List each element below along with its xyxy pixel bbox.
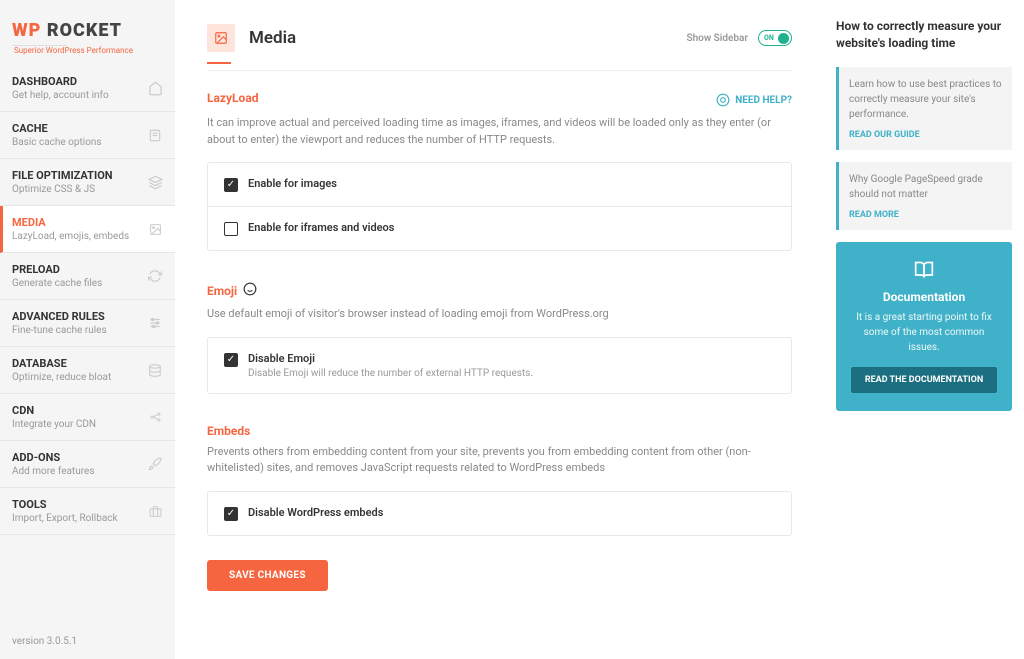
home-icon <box>147 80 163 96</box>
version-label: version 3.0.5.1 <box>0 624 175 659</box>
main-content: Media Show Sidebar ON LazyLoad NEED HELP… <box>175 0 824 659</box>
option-row: Disable WordPress embeds <box>208 492 791 535</box>
image-icon <box>147 221 163 237</box>
briefcase-icon <box>147 503 163 519</box>
nav-title: PRELOAD <box>12 263 147 276</box>
rsidebar-title: How to correctly measure your website's … <box>836 18 1012 53</box>
sliders-icon <box>147 315 163 331</box>
nav-title: TOOLS <box>12 498 147 511</box>
nav-desc: Get help, account info <box>12 90 147 101</box>
nav-desc: Add more features <box>12 466 147 477</box>
nav-desc: Integrate your CDN <box>12 419 147 430</box>
layers-icon <box>147 174 163 190</box>
network-icon <box>147 409 163 425</box>
section-desc: Use default emoji of visitor's browser i… <box>207 306 792 323</box>
section-lazyload: LazyLoad NEED HELP? It can improve actua… <box>207 71 792 261</box>
option-row: Disable Emoji Disable Emoji will reduce … <box>208 338 791 393</box>
read-documentation-button[interactable]: READ THE DOCUMENTATION <box>851 367 997 393</box>
info-card: Learn how to use best practices to corre… <box>836 67 1012 150</box>
doc-desc: It is a great starting point to fix some… <box>848 310 1000 355</box>
show-sidebar-toggle[interactable]: ON <box>758 30 792 46</box>
option-label: Enable for images <box>248 177 337 190</box>
page-header: Media Show Sidebar ON <box>207 24 792 71</box>
need-help-link[interactable]: NEED HELP? <box>716 93 792 107</box>
section-title: Emoji <box>207 284 237 298</box>
nav-title: DASHBOARD <box>12 75 147 88</box>
nav-database[interactable]: DATABASE Optimize, reduce bloat <box>0 347 175 394</box>
option-label: Enable for iframes and videos <box>248 221 394 234</box>
nav-file-optimization[interactable]: FILE OPTIMIZATION Optimize CSS & JS <box>0 159 175 206</box>
nav-cdn[interactable]: CDN Integrate your CDN <box>0 394 175 441</box>
info-text: Learn how to use best practices to corre… <box>849 77 1002 122</box>
checkbox-enable-iframes[interactable] <box>224 222 238 236</box>
right-sidebar: How to correctly measure your website's … <box>824 0 1024 659</box>
nav-desc: LazyLoad, emojis, embeds <box>12 231 147 242</box>
book-icon <box>848 260 1000 280</box>
refresh-icon <box>147 268 163 284</box>
nav-desc: Basic cache options <box>12 137 147 148</box>
options-box: Disable Emoji Disable Emoji will reduce … <box>207 337 792 394</box>
nav-addons[interactable]: ADD-ONS Add more features <box>0 441 175 488</box>
option-desc: Disable Emoji will reduce the number of … <box>248 368 533 379</box>
info-card: Why Google PageSpeed grade should not ma… <box>836 162 1012 230</box>
option-row: Enable for iframes and videos <box>208 207 791 250</box>
database-icon <box>147 362 163 378</box>
nav: DASHBOARD Get help, account info CACHE Bas… <box>0 65 175 624</box>
toggle-knob <box>778 33 789 44</box>
nav-title: CDN <box>12 404 147 417</box>
section-title: Embeds <box>207 424 250 438</box>
nav-tools[interactable]: TOOLS Import, Export, Rollback <box>0 488 175 535</box>
doc-title: Documentation <box>848 290 1000 304</box>
option-label: Disable Emoji <box>248 352 533 365</box>
rocket-icon <box>147 456 163 472</box>
nav-title: ADVANCED RULES <box>12 310 147 323</box>
logo-part-2: ROCKET <box>47 20 122 41</box>
read-guide-link[interactable]: READ OUR GUIDE <box>849 130 1002 140</box>
toggle-on-label: ON <box>764 34 774 42</box>
nav-title: FILE OPTIMIZATION <box>12 169 147 182</box>
nav-desc: Generate cache files <box>12 278 147 289</box>
page-title: Media <box>249 28 296 48</box>
nav-desc: Import, Export, Rollback <box>12 513 147 524</box>
section-desc: It can improve actual and perceived load… <box>207 115 792 148</box>
option-label: Disable WordPress embeds <box>248 506 383 519</box>
nav-desc: Optimize, reduce bloat <box>12 372 147 383</box>
nav-media[interactable]: MEDIA LazyLoad, emojis, embeds <box>0 206 175 253</box>
option-row: Enable for images <box>208 163 791 207</box>
section-title: LazyLoad <box>207 91 259 105</box>
save-button[interactable]: SAVE CHANGES <box>207 560 328 591</box>
logo-part-1: WP <box>12 20 41 41</box>
section-desc: Prevents others from embedding content f… <box>207 444 792 477</box>
help-label: NEED HELP? <box>735 95 792 106</box>
nav-desc: Fine-tune cache rules <box>12 325 147 336</box>
image-icon <box>207 24 235 52</box>
logo: WP ROCKET Superior WordPress Performance <box>0 0 175 65</box>
checkbox-enable-images[interactable] <box>224 178 238 192</box>
nav-title: CACHE <box>12 122 147 135</box>
nav-cache[interactable]: CACHE Basic cache options <box>0 112 175 159</box>
nav-advanced-rules[interactable]: ADVANCED RULES Fine-tune cache rules <box>0 300 175 347</box>
nav-title: ADD-ONS <box>12 451 147 464</box>
info-text: Why Google PageSpeed grade should not ma… <box>849 172 1002 202</box>
nav-dashboard[interactable]: DASHBOARD Get help, account info <box>0 65 175 112</box>
checkbox-disable-emoji[interactable] <box>224 353 238 367</box>
nav-desc: Optimize CSS & JS <box>12 184 147 195</box>
nav-title: DATABASE <box>12 357 147 370</box>
read-more-link[interactable]: READ MORE <box>849 210 1002 220</box>
emoji-icon <box>243 281 257 300</box>
section-embeds: Embeds Prevents others from embedding co… <box>207 404 792 546</box>
nav-preload[interactable]: PRELOAD Generate cache files <box>0 253 175 300</box>
logo-tagline: Superior WordPress Performance <box>14 46 163 55</box>
options-box: Enable for images Enable for iframes and… <box>207 162 792 251</box>
section-emoji: Emoji Use default emoji of visitor's bro… <box>207 261 792 404</box>
show-sidebar-label: Show Sidebar <box>686 33 748 44</box>
nav-title: MEDIA <box>12 216 147 229</box>
file-icon <box>147 127 163 143</box>
options-box: Disable WordPress embeds <box>207 491 792 536</box>
documentation-card: Documentation It is a great starting poi… <box>836 242 1012 411</box>
sidebar: WP ROCKET Superior WordPress Performance… <box>0 0 175 659</box>
help-icon <box>716 93 730 107</box>
checkbox-disable-embeds[interactable] <box>224 507 238 521</box>
